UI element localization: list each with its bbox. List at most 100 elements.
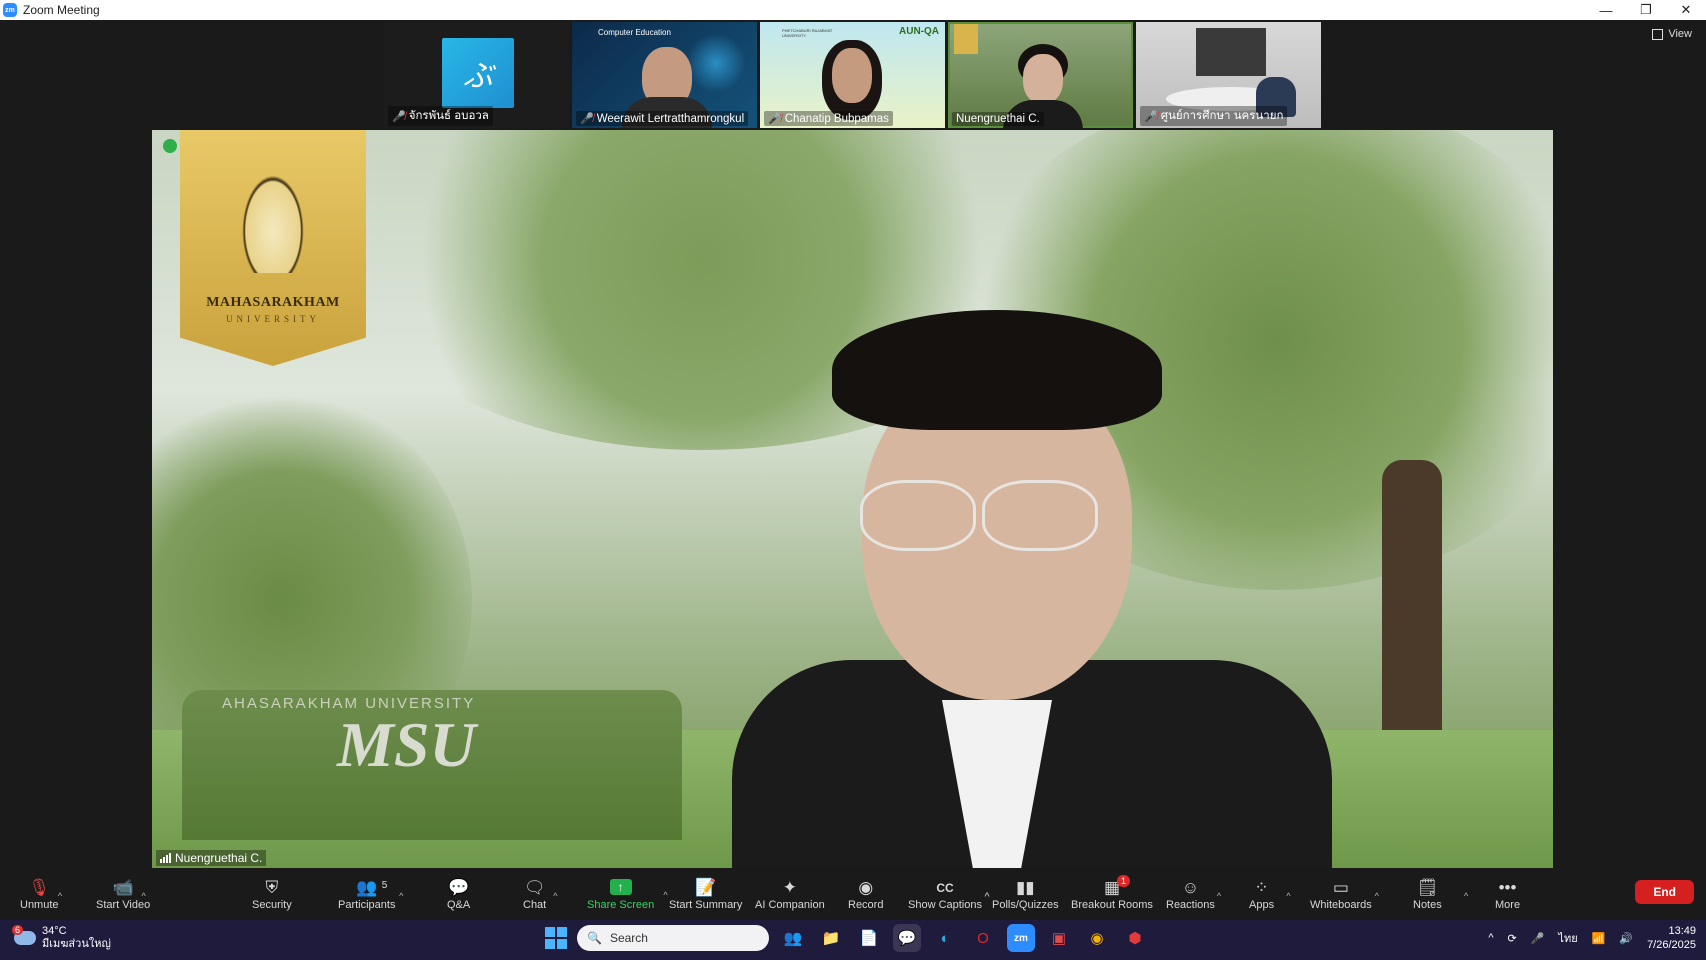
minimize-button[interactable]: — (1586, 3, 1626, 18)
start-summary-button[interactable]: 📝 Start Summary (669, 868, 742, 920)
wifi-icon[interactable]: 📶 (1592, 932, 1606, 945)
line-app-icon[interactable]: 💬 (893, 924, 921, 952)
participant-strip: ぶ 🎤̸ จักรพันธ์ อบอวล Computer Education 🎤… (384, 22, 1321, 128)
share-screen-icon: ↑ ^ (609, 879, 668, 900)
notepad-icon[interactable]: 📄 (855, 924, 883, 952)
file-explorer-icon[interactable]: 📁 (817, 924, 845, 952)
participant-name: 🎤̸ Weerawit Lertratthamrongkul (576, 111, 749, 126)
more-button[interactable]: ••• More (1495, 868, 1520, 920)
record-label: Record (848, 899, 884, 911)
share-screen-label: Share Screen (587, 899, 655, 911)
video-off-icon: 📹 ^ (113, 877, 146, 901)
mic-muted-icon: 🎤̸ (1144, 110, 1158, 123)
chat-label: Chat (523, 899, 547, 911)
input-language[interactable]: ไทย (1558, 929, 1577, 947)
unmute-button[interactable]: 🎙 ^ Unmute (20, 868, 62, 920)
chevron-up-icon[interactable]: ^ (141, 885, 145, 907)
chevron-up-icon[interactable]: ^ (1217, 885, 1221, 907)
restore-button[interactable]: ❐ (1626, 2, 1666, 18)
windows-start-icon[interactable] (545, 927, 567, 949)
participant-tile[interactable]: 🎤̸ ศูนย์การศึกษา นครนายก (1136, 22, 1321, 128)
record-button[interactable]: ◉ Record (848, 868, 883, 920)
more-label: More (1495, 899, 1521, 911)
hexagon-graphic (681, 28, 751, 98)
chevron-up-icon[interactable]: ^ (1286, 885, 1290, 907)
participants-label: Participants (338, 899, 396, 911)
weather-widget[interactable]: 6 34°C มีเมฆส่วนใหญ่ (12, 925, 111, 951)
weather-description: มีเมฆส่วนใหญ่ (42, 938, 111, 950)
bar-chart-icon: ▮▮ (1015, 878, 1035, 897)
apps-button[interactable]: ⁘ ^ Apps (1249, 868, 1291, 920)
chevron-up-icon[interactable]: ^ (984, 885, 989, 907)
participants-button[interactable]: 👥 5 ^ Participants (338, 868, 403, 920)
participants-count: 5 (381, 880, 388, 891)
edge-browser-icon[interactable]: ◐ (931, 924, 959, 952)
weather-badge: 6 (12, 925, 24, 935)
zoom-app-icon[interactable]: zm (1007, 924, 1035, 952)
ai-companion-label: AI Companion (755, 899, 825, 911)
reactions-button[interactable]: ☺ ^ Reactions (1166, 868, 1221, 920)
camera-app-icon[interactable]: ▣ (1045, 924, 1073, 952)
summary-icon: 📝 (695, 878, 717, 897)
chevron-up-icon[interactable]: ^ (58, 885, 62, 907)
teams-icon[interactable]: 👥 (779, 924, 807, 952)
qa-icon: 💬 (448, 878, 470, 897)
speaker-glasses-right (982, 480, 1098, 551)
polls-button[interactable]: ▮▮ Polls/Quizzes (992, 868, 1059, 920)
start-video-button[interactable]: 📹 ^ Start Video (96, 868, 150, 920)
opera-browser-icon[interactable]: O (969, 924, 997, 952)
chevron-up-icon[interactable]: ^ (1488, 932, 1493, 944)
chevron-up-icon[interactable]: ^ (1375, 885, 1379, 907)
end-meeting-button[interactable]: End (1635, 880, 1694, 904)
sync-icon[interactable]: ⟳ (1508, 932, 1517, 945)
apps-label: Apps (1249, 899, 1275, 911)
participant-tile-active-speaker[interactable]: Nuengruethai C. (948, 22, 1133, 128)
participant-name: 🎤̸ Chanatip Bubpamas (764, 111, 893, 126)
breakout-rooms-button[interactable]: ▦ 1 Breakout Rooms (1071, 868, 1153, 920)
participant-tile[interactable]: AUN-QA PHETCHABURI RAJABHAT UNIVERSITY 🎤… (760, 22, 945, 128)
taskbar-clock[interactable]: 13:49 7/26/2025 (1647, 924, 1696, 952)
security-button[interactable]: ⛨ Security (252, 868, 292, 920)
mic-muted-icon: 🎙 ^ (28, 877, 62, 901)
participant-tile[interactable]: Computer Education 🎤̸ Weerawit Lertrattha… (572, 22, 757, 128)
view-button[interactable]: View (1652, 28, 1692, 40)
chevron-up-icon[interactable]: ^ (399, 885, 403, 907)
notes-button[interactable]: 🗒 ^ Notes (1413, 868, 1468, 920)
clock-time: 13:49 (1668, 925, 1696, 937)
show-captions-button[interactable]: CC ^ Show Captions (908, 868, 990, 920)
whiteboards-button[interactable]: ▭ ^ Whiteboards (1310, 868, 1379, 920)
windows-taskbar: 6 34°C มีเมฆส่วนใหญ่ 🔍 Search 👥 📁 📄 💬 ◐ … (0, 920, 1706, 960)
participant-tile[interactable]: ぶ 🎤̸ จักรพันธ์ อบอวล (384, 22, 569, 128)
mic-muted-icon: 🎤̸ (768, 113, 782, 125)
view-grid-icon (1652, 28, 1664, 40)
banner-university-name: MAHASARAKHAM (206, 295, 340, 310)
system-tray: ^ ⟳ 🎤 ไทย 📶 🔊 13:49 7/26/2025 (1488, 924, 1696, 952)
volume-icon[interactable]: 🔊 (1619, 932, 1633, 945)
chevron-up-icon[interactable]: ^ (663, 887, 667, 903)
pdf-reader-icon[interactable]: ⬢ (1121, 924, 1149, 952)
room-screen (1196, 28, 1266, 76)
sign-msu-text: MSU (337, 709, 476, 780)
chevron-up-icon[interactable]: ^ (553, 885, 557, 907)
share-screen-button[interactable]: ↑ ^ Share Screen (587, 868, 668, 920)
zoom-logo-icon: zm (3, 3, 17, 17)
microphone-icon[interactable]: 🎤 (1531, 932, 1545, 945)
close-button[interactable]: ✕ (1666, 2, 1706, 18)
chat-button[interactable]: 🗨 ^ Chat (523, 868, 557, 920)
ai-companion-button[interactable]: ✦ AI Companion (755, 868, 825, 920)
breakout-badge: 1 (1116, 875, 1130, 887)
qa-button[interactable]: 💬 Q&A (447, 868, 470, 920)
speaker-hair (832, 310, 1162, 430)
encryption-shield-icon[interactable] (163, 139, 177, 153)
main-speaker-video[interactable]: MAHASARAKHAM UNIVERSITY AHASARAKHAM UNIV… (152, 130, 1553, 868)
show-captions-label: Show Captions (908, 899, 982, 911)
campus-sign: AHASARAKHAM UNIVERSITY MSU (182, 690, 682, 840)
chevron-up-icon[interactable]: ^ (1464, 885, 1468, 907)
meeting-stage: ぶ 🎤̸ จักรพันธ์ อบอวล Computer Education 🎤… (0, 20, 1706, 868)
window-title: Zoom Meeting (23, 3, 100, 17)
taskbar-search-input[interactable]: 🔍 Search (577, 925, 769, 951)
qa-label: Q&A (447, 899, 471, 911)
breakout-label: Breakout Rooms (1071, 899, 1153, 911)
chrome-browser-icon[interactable]: ◉ (1083, 924, 1111, 952)
thumb-caption: AUN-QA (899, 26, 939, 37)
